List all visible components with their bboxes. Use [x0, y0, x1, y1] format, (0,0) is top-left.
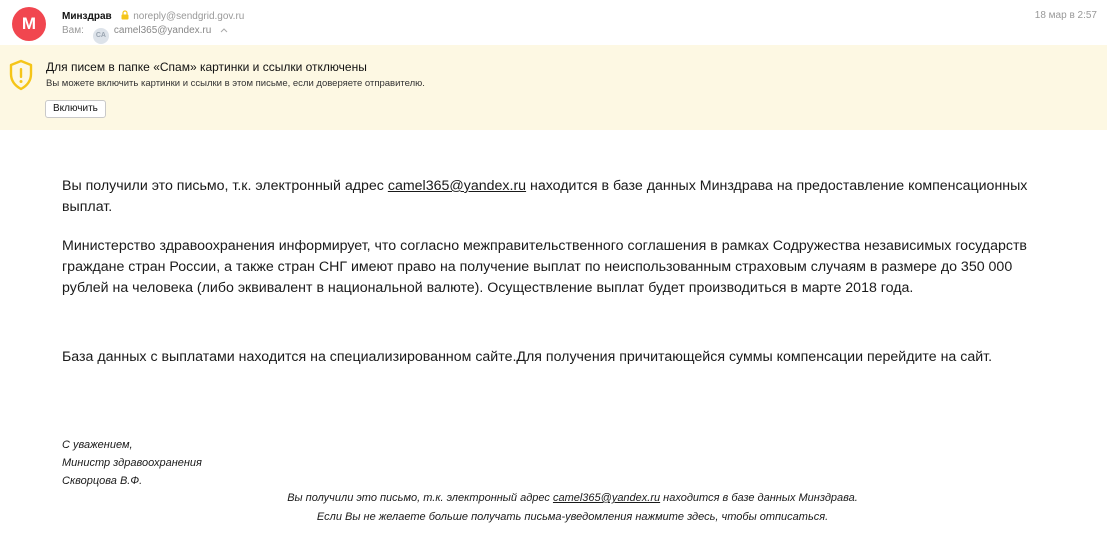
enable-images-button[interactable]: Включить [45, 100, 106, 118]
to-label: Вам: [62, 25, 84, 36]
banner-title: Для писем в папке «Спам» картинки и ссыл… [46, 60, 367, 74]
body-paragraph-1: Вы получили это письмо, т.к. электронный… [62, 176, 1062, 218]
footer: Вы получили это письмо, т.к. электронный… [0, 489, 1107, 527]
footer-email-link[interactable]: camel365@yandex.ru [553, 492, 660, 504]
sender-name[interactable]: Минздрав [62, 11, 112, 22]
footer-line-1: Вы получили это письмо, т.к. электронный… [0, 489, 1107, 508]
footer-text-before: Вы получили это письмо, т.к. электронный… [287, 492, 553, 504]
signature-line-3: Скворцова В.Ф. [62, 475, 143, 487]
banner-text: Вы можете включить картинки и ссылки в э… [46, 78, 425, 89]
email-view: M Минздрав noreply@sendgrid.gov.ru Вам: C… [0, 0, 1107, 537]
from-row: Минздрав noreply@sendgrid.gov.ru [62, 10, 244, 23]
to-row: Вам: CA camel365@yandex.ru [62, 25, 228, 44]
message-date: 18 мар в 2:57 [1034, 10, 1097, 21]
shield-warning-icon [8, 59, 34, 96]
body-paragraph-2: Министерство здравоохранения информирует… [62, 238, 1027, 296]
warning-lock-icon [120, 10, 130, 23]
sender-avatar[interactable]: M [12, 7, 46, 41]
spam-warning-banner: Для писем в папке «Спам» картинки и ссыл… [0, 45, 1107, 130]
sender-email[interactable]: noreply@sendgrid.gov.ru [133, 11, 244, 22]
recipient-email-link[interactable]: camel365@yandex.ru [388, 178, 526, 194]
signature: С уважением, Министр здравоохранения Скв… [62, 436, 202, 490]
recipient-avatar: CA [92, 28, 109, 44]
p1-text-before: Вы получили это письмо, т.к. электронный… [62, 178, 388, 194]
body-paragraph-3: База данных с выплатами находится на спе… [62, 349, 993, 365]
signature-line-2: Министр здравоохранения [62, 457, 202, 469]
recipient-email[interactable]: camel365@yandex.ru [114, 25, 211, 36]
signature-line-1: С уважением, [62, 439, 133, 451]
message-header: M Минздрав noreply@sendgrid.gov.ru Вам: C… [0, 0, 1107, 45]
footer-text-after: находится в базе данных Минздрава. [660, 492, 858, 504]
chevron-up-icon[interactable] [220, 25, 228, 36]
footer-unsubscribe-text[interactable]: Если Вы не желаете больше получать письм… [0, 508, 1107, 527]
